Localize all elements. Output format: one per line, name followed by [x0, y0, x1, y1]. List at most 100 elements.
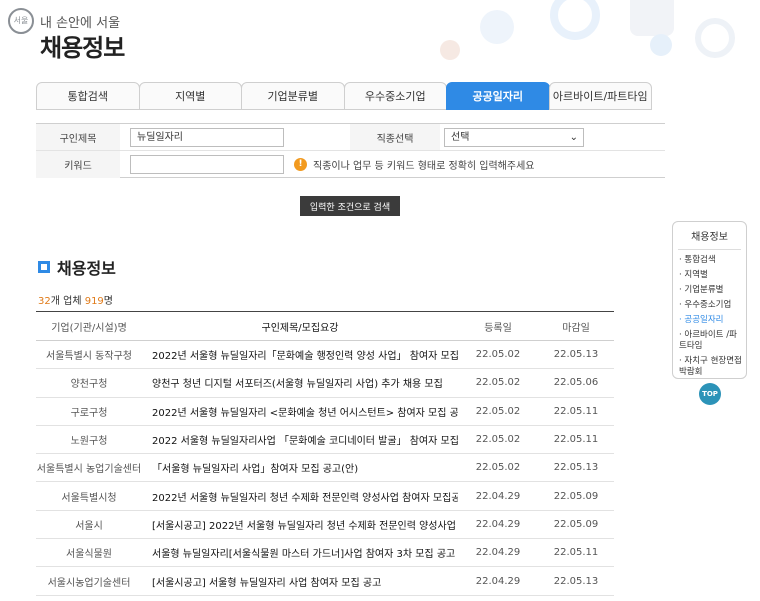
table-row: 서울시농업기술센터 [서울시공고] 서울형 뉴딜일자리 사업 참여자 모집 공고 2… [36, 567, 614, 596]
job-title-link[interactable]: 서울형 뉴딜일자리[서울식물원 마스터 가드너]사업 참여자 3차 모집 공고 [142, 539, 458, 566]
job-title-link[interactable]: 2022년 서울형 뉴딜일자리 <문화예술 청년 어시스턴트> 참여자 모집 공… [142, 398, 458, 425]
quick-menu-item[interactable]: · 자치구 현장면접 박람회 [679, 356, 742, 378]
quick-menu: 채용정보 · 통합검색 · 지역별 · 기업분류별 · 우수중소기업 · 공공일자리 · … [672, 221, 747, 379]
due-date-cell: 22.05.11 [553, 547, 599, 559]
tab-2[interactable]: 기업분류별 [241, 82, 345, 110]
due-date-cell: 22.05.06 [553, 377, 599, 389]
header-org: 기업(기관/시설)명 [51, 322, 127, 334]
tab-5[interactable]: 아르바이트/파트타임 [548, 82, 652, 110]
tab-3[interactable]: 우수중소기업 [343, 82, 447, 110]
org-cell: 구로구청 [70, 407, 108, 419]
square-bullet-icon [38, 261, 50, 273]
job-type-value: 선택 [451, 132, 470, 143]
form-row-keyword: 키워드 ! 직종이나 업무 등 키워드 형태로 정확히 입력해주세요 [36, 151, 665, 178]
table-body: 서울특별시 동작구청 2022년 서울형 뉴딜일자리「문화예술 행정인력 양성 사… [36, 341, 614, 596]
reg-date-cell: 22.04.29 [475, 518, 521, 530]
page-title: 채용정보 [40, 34, 125, 62]
keyword-label: 키워드 [36, 151, 120, 178]
reg-date-cell: 22.05.02 [475, 434, 521, 446]
keyword-help: ! 직종이나 업무 등 키워드 형태로 정확히 입력해주세요 [294, 157, 534, 172]
search-form: 구인제목 뉴딜일자리 직종선택 선택 ⌄ 키워드 ! 직종이나 업무 등 키워드… [36, 123, 665, 178]
total-count: 919 [84, 296, 104, 307]
org-cell: 서울특별시 농업기술센터 [36, 464, 142, 476]
quick-menu-list: · 통합검색 · 지역별 · 기업분류별 · 우수중소기업 · 공공일자리 · 아르바이트… [673, 250, 746, 378]
quick-menu-item-label: 자치구 현장면접 박람회 [679, 356, 742, 377]
reg-date-cell: 22.04.29 [475, 490, 521, 502]
header-decoration [400, 0, 760, 70]
due-date-cell: 22.05.11 [553, 405, 599, 417]
quick-menu-item-label: 지역별 [684, 270, 708, 280]
due-date-cell: 22.05.13 [553, 349, 599, 361]
quick-menu-item-label: 공공일자리 [684, 315, 724, 325]
quick-menu-item-label: 아르바이트 /파트타임 [679, 330, 737, 351]
keyword-help-text: 직종이나 업무 등 키워드 형태로 정확히 입력해주세요 [313, 161, 535, 172]
quick-menu-item[interactable]: · 통합검색 [679, 255, 742, 266]
search-button[interactable]: 입력한 조건으로 검색 [300, 196, 400, 216]
org-cell: 노원구청 [70, 436, 108, 448]
title-input[interactable]: 뉴딜일자리 [130, 128, 284, 147]
section-title: 채용정보 [57, 259, 116, 278]
job-type-label: 직종선택 [350, 124, 440, 150]
job-title-link[interactable]: 2022 서울형 뉴딜일자리사업 「문화예술 코디네이터 발굴」 참여자 모집 … [142, 426, 458, 453]
table-row: 서울식물원 서울형 뉴딜일자리[서울식물원 마스터 가드너]사업 참여자 3차 모… [36, 539, 614, 568]
chevron-down-icon: ⌄ [569, 132, 578, 143]
job-title-link[interactable]: 2022년 서울형 뉴딜일자리「문화예술 행정인력 양성 사업」 참여자 모집 … [142, 341, 458, 368]
due-date-cell: 22.05.09 [553, 518, 599, 530]
reg-date-cell: 22.05.02 [475, 377, 521, 389]
quick-menu-item-label: 우수중소기업 [684, 300, 732, 310]
org-cell: 서울시 [75, 520, 103, 532]
table-row: 양천구청 양천구 청년 디지털 서포터즈(서울형 뉴딜일자리 사업) 추가 채용 … [36, 369, 614, 398]
table-row: 서울특별시청 2022년 서울형 뉴딜일자리 청년 수제화 전문인력 양성사업 참… [36, 482, 614, 511]
table-row: 서울특별시 농업기술센터 「서울형 뉴딜일자리 사업」참여자 모집 공고(안) 22… [36, 454, 614, 483]
job-type-select[interactable]: 선택 ⌄ [444, 128, 584, 147]
quick-menu-item[interactable]: · 기업분류별 [679, 285, 742, 296]
table-row: 서울특별시 동작구청 2022년 서울형 뉴딜일자리「문화예술 행정인력 양성 사… [36, 341, 614, 370]
job-title-link[interactable]: [서울시공고] 2022년 서울형 뉴딜일자리 청년 수제화 전문인력 양성사업… [142, 511, 458, 538]
count-mid-text: 개 업체 [50, 296, 85, 307]
org-cell: 양천구청 [70, 379, 108, 391]
warning-icon: ! [294, 158, 307, 171]
reg-date-cell: 22.05.02 [475, 405, 521, 417]
section-heading: 채용정보 [38, 255, 116, 279]
due-date-cell: 22.05.11 [553, 434, 599, 446]
quick-menu-item[interactable]: · 우수중소기업 [679, 300, 742, 311]
keyword-input[interactable] [130, 155, 284, 174]
form-row-title: 구인제목 뉴딜일자리 직종선택 선택 ⌄ [36, 124, 665, 151]
count-suffix-text: 명 [103, 296, 113, 307]
company-count: 32 [38, 296, 51, 307]
reg-date-cell: 22.04.29 [475, 547, 521, 559]
quick-menu-item[interactable]: · 지역별 [679, 270, 742, 281]
tab-1[interactable]: 지역별 [138, 82, 242, 110]
due-date-cell: 22.05.13 [553, 575, 599, 587]
header-reg-date: 등록일 [484, 322, 512, 334]
result-count: 32개 업체 919명 [38, 292, 113, 307]
due-date-cell: 22.05.09 [553, 490, 599, 502]
table-header: 기업(기관/시설)명 구인제목/모집요강 등록일 마감일 [36, 311, 614, 341]
org-cell: 서울특별시청 [61, 492, 117, 504]
table-row: 서울시 [서울시공고] 2022년 서울형 뉴딜일자리 청년 수제화 전문인력 양… [36, 511, 614, 540]
org-cell: 서울특별시 동작구청 [46, 351, 132, 363]
tab-0[interactable]: 통합검색 [36, 82, 140, 110]
title-label: 구인제목 [36, 124, 120, 150]
quick-menu-item-label: 기업분류별 [684, 285, 724, 295]
due-date-cell: 22.05.13 [553, 462, 599, 474]
job-title-link[interactable]: 2022년 서울형 뉴딜일자리 청년 수제화 전문인력 양성사업 참여자 모집공… [142, 482, 458, 509]
org-cell: 서울시농업기술센터 [47, 577, 131, 589]
reg-date-cell: 22.05.02 [475, 349, 521, 361]
job-title-link[interactable]: 양천구 청년 디지털 서포터즈(서울형 뉴딜일자리 사업) 추가 채용 모집 [142, 369, 458, 396]
tab-4[interactable]: 공공일자리 [446, 82, 550, 110]
reg-date-cell: 22.05.02 [475, 462, 521, 474]
quick-menu-item[interactable]: · 아르바이트 /파트타임 [679, 330, 742, 352]
quick-menu-title: 채용정보 [678, 222, 741, 250]
quick-menu-item[interactable]: · 공공일자리 [679, 315, 742, 326]
quick-menu-item-label: 통합검색 [684, 255, 716, 265]
job-title-link[interactable]: [서울시공고] 서울형 뉴딜일자리 사업 참여자 모집 공고 [142, 567, 458, 594]
reg-date-cell: 22.04.29 [475, 575, 521, 587]
job-table: 기업(기관/시설)명 구인제목/모집요강 등록일 마감일 서울특별시 동작구청 2… [36, 311, 614, 596]
header-due-date: 마감일 [562, 322, 590, 334]
seoul-logo-mark: 서울 [8, 8, 34, 34]
scroll-top-button[interactable]: TOP [699, 383, 721, 405]
header-title: 구인제목/모집요강 [261, 322, 339, 334]
job-title-link[interactable]: 「서울형 뉴딜일자리 사업」참여자 모집 공고(안) [142, 454, 458, 481]
table-row: 노원구청 2022 서울형 뉴딜일자리사업 「문화예술 코디네이터 발굴」 참여자… [36, 426, 614, 455]
